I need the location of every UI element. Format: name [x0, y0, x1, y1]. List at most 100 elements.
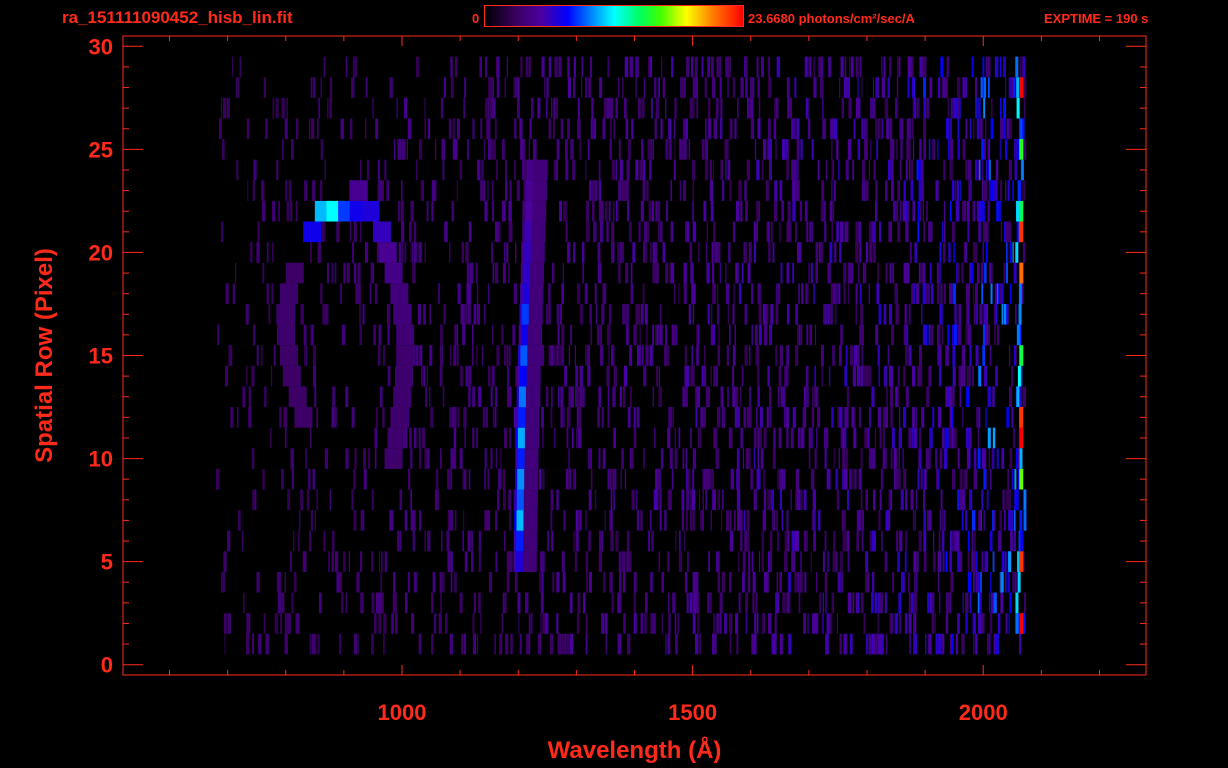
heatmap-cell [788, 633, 792, 655]
heatmap-cell [568, 345, 570, 366]
heatmap-cell [897, 56, 899, 78]
heatmap-cell [803, 386, 807, 408]
heatmap-cell [287, 489, 291, 511]
heatmap-cell [842, 530, 847, 552]
heatmap-cell [586, 345, 591, 366]
heatmap-cell [981, 613, 985, 634]
heatmap-cell [855, 283, 858, 304]
heatmap-cell [560, 386, 564, 408]
heatmap-cell [464, 303, 468, 325]
heatmap-cell [607, 407, 610, 428]
heatmap-cell [432, 571, 436, 593]
heatmap-cell [442, 386, 445, 408]
heatmap-cell [678, 551, 683, 572]
heatmap-cell [999, 510, 1002, 531]
heatmap-cell [861, 345, 863, 366]
heatmap-cell [470, 530, 473, 552]
heatmap-cell [965, 324, 968, 346]
heatmap-cell [528, 613, 531, 634]
heatmap-cell [684, 345, 687, 366]
heatmap-cell [548, 303, 551, 325]
heatmap-cell [743, 242, 747, 263]
heatmap-cell [426, 365, 429, 387]
heatmap-cell [410, 200, 414, 222]
heatmap-cell [949, 283, 953, 304]
heatmap-cell [652, 200, 655, 222]
heatmap-cell [418, 139, 423, 160]
heatmap-cell [429, 345, 433, 366]
heatmap-cell [874, 592, 878, 614]
heatmap-cell [890, 180, 894, 201]
heatmap-cell [892, 571, 895, 593]
heatmap-cell [622, 77, 624, 98]
heatmap-cell [903, 324, 907, 346]
heatmap-cell [460, 365, 463, 387]
heatmap-cell [961, 262, 964, 284]
heatmap-cell [643, 77, 646, 98]
heatmap-cell [960, 180, 962, 201]
heatmap-cell [606, 365, 610, 387]
heatmap-cell [454, 571, 457, 593]
heatmap-cell [323, 56, 326, 78]
heatmap-cell [805, 97, 809, 119]
heatmap-cell [496, 159, 498, 181]
heatmap-cell [450, 510, 454, 531]
heatmap-cell [791, 551, 795, 572]
heatmap-cell [894, 613, 899, 634]
heatmap-cell [468, 221, 472, 243]
heatmap-cell [857, 97, 860, 119]
heatmap-cell [270, 427, 272, 449]
heatmap-cell [518, 613, 520, 634]
heatmap-cell [704, 77, 707, 98]
heatmap-cell [283, 407, 288, 428]
heatmap-cell [1000, 180, 1003, 201]
heatmap-cell [735, 262, 739, 284]
heatmap-cell [962, 77, 966, 98]
heatmap-cell [509, 345, 511, 366]
heatmap-cell [938, 345, 940, 366]
heatmap-cell [622, 551, 626, 572]
heatmap-cell [309, 530, 312, 552]
heatmap-cell [889, 262, 892, 284]
heatmap-cell [345, 592, 348, 614]
heatmap-cell [514, 324, 516, 346]
heatmap-cell [619, 571, 622, 593]
heatmap-cell [760, 448, 764, 469]
heatmap-cell [325, 303, 329, 325]
heatmap-cell [755, 221, 757, 243]
heatmap-cell [331, 551, 335, 572]
heatmap-cell [672, 324, 676, 346]
heatmap-cell [915, 407, 917, 428]
heatmap-cell [375, 118, 379, 140]
heatmap-cell [946, 56, 949, 78]
heatmap-cell [605, 633, 607, 655]
heatmap-cell [1017, 180, 1021, 201]
heatmap-cell [744, 180, 747, 201]
heatmap-cell [978, 510, 982, 531]
heatmap-cell [566, 633, 570, 655]
heatmap-cell [599, 345, 604, 366]
heatmap-cell [371, 489, 374, 511]
heatmap-cell [427, 530, 431, 552]
heatmap-cell [375, 592, 379, 614]
heatmap-cell [734, 386, 739, 408]
heatmap-cell [617, 242, 619, 263]
heatmap-cell [701, 139, 705, 160]
heatmap-cell [976, 242, 978, 263]
heatmap-cell [651, 530, 654, 552]
heatmap-cell [781, 262, 783, 284]
heatmap-cell [1007, 180, 1010, 201]
heatmap-cell [965, 118, 968, 140]
heatmap-cell [887, 77, 890, 98]
heatmap-cell [398, 200, 400, 222]
heatmap-cell [875, 118, 877, 140]
heatmap-cell [845, 345, 848, 366]
heatmap-cell [442, 159, 445, 181]
heatmap-cell [786, 510, 789, 531]
heatmap-cell [857, 139, 860, 160]
heatmap-cell [597, 407, 600, 428]
heatmap-cell [251, 365, 255, 387]
heatmap-cell [679, 139, 682, 160]
heatmap-cell [965, 613, 968, 634]
heatmap-cell [910, 489, 914, 511]
